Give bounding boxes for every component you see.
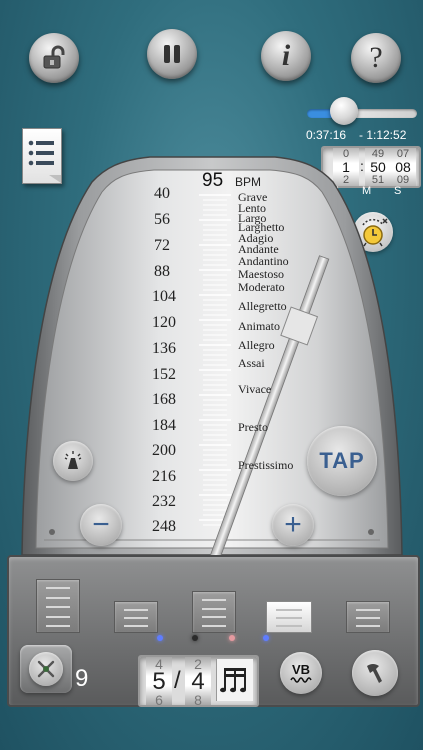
tempo-marking: Animato [238, 319, 280, 333]
beat-line [356, 617, 380, 619]
note-value-button[interactable] [216, 659, 253, 701]
tap-tempo-button[interactable]: TAP [307, 426, 377, 496]
tempo-marking: Allegro [238, 338, 275, 352]
current-bpm: 95 [202, 170, 224, 191]
scale-mark: 56 [154, 211, 170, 228]
beat-line [276, 609, 302, 611]
wave-icon [290, 676, 312, 683]
notes-icon [220, 668, 246, 693]
beat-line [202, 616, 226, 619]
beat-line [46, 596, 70, 599]
scale-mark: 184 [152, 417, 176, 434]
beat-line [356, 625, 380, 627]
tempo-marking: Vivace [238, 382, 272, 396]
tempo-marking: Assai [238, 356, 265, 370]
vibrate-button[interactable]: VB [280, 652, 322, 694]
scale-mark: 152 [152, 366, 176, 383]
settings-button[interactable] [352, 650, 398, 696]
tempo-marking: Moderato [238, 280, 285, 294]
beat-box[interactable] [114, 601, 158, 633]
scale-mark: 168 [152, 391, 176, 408]
tempo-marking: Prestissimo [238, 458, 294, 472]
beat-indicator [192, 635, 198, 641]
metronome-sound-icon [64, 451, 82, 469]
time-signature-separator: / [174, 667, 181, 694]
beat-line [276, 617, 302, 619]
beat-line [202, 625, 226, 627]
time-signature-numerator[interactable]: 4 5 6 [146, 657, 172, 705]
beat-line [124, 617, 148, 619]
plus-icon: + [284, 508, 302, 541]
beat-line [276, 625, 302, 627]
scale-mark: 248 [152, 518, 176, 535]
beat-indicator [263, 635, 269, 641]
beat-line [202, 607, 226, 610]
vibrate-label: VB [291, 661, 311, 677]
numerator-value: 5 [152, 668, 166, 695]
beat-line [46, 625, 70, 627]
beat-indicator [157, 635, 163, 641]
beat-box[interactable] [266, 601, 312, 633]
decrease-tempo-button[interactable]: − [80, 504, 122, 546]
beats-count: 9 [75, 665, 89, 692]
time-signature-picker[interactable]: 4 5 6 / 2 4 8 [138, 655, 259, 707]
sound-button[interactable] [53, 441, 93, 481]
beat-line [46, 606, 70, 608]
scale-mark: 216 [152, 468, 176, 485]
scale-mark: 200 [152, 442, 176, 459]
scale-mark: 72 [154, 237, 170, 254]
minus-icon: − [92, 508, 110, 541]
scale-mark: 120 [152, 314, 176, 331]
time-signature-denominator[interactable]: 2 4 8 [185, 657, 211, 705]
scale-mark: 136 [152, 340, 176, 357]
beat-box[interactable] [346, 601, 390, 633]
tap-label: TAP [319, 448, 365, 473]
increase-tempo-button[interactable]: + [272, 504, 314, 546]
beat-indicator [229, 635, 235, 641]
beat-line [124, 625, 148, 627]
subdivision-dial [29, 652, 63, 686]
beat-line [46, 587, 70, 589]
bpm-label: BPM [235, 175, 262, 189]
scale-mark: 104 [152, 288, 176, 305]
scale-mark: 232 [152, 493, 176, 510]
beat-line [356, 609, 380, 611]
beat-box[interactable] [36, 579, 80, 633]
drumsticks-icon [37, 660, 55, 678]
beat-line [46, 615, 70, 618]
scale-mark: 40 [154, 185, 170, 202]
denominator-value: 4 [191, 668, 205, 695]
beat-line [124, 609, 148, 611]
tempo-marking: Allegretto [238, 299, 287, 313]
beat-box[interactable] [192, 591, 236, 633]
tempo-marking: Presto [238, 420, 268, 434]
scale-mark: 88 [154, 263, 170, 280]
beat-line [202, 599, 226, 601]
subdivision-button[interactable] [20, 645, 72, 693]
wrench-icon [367, 664, 382, 683]
